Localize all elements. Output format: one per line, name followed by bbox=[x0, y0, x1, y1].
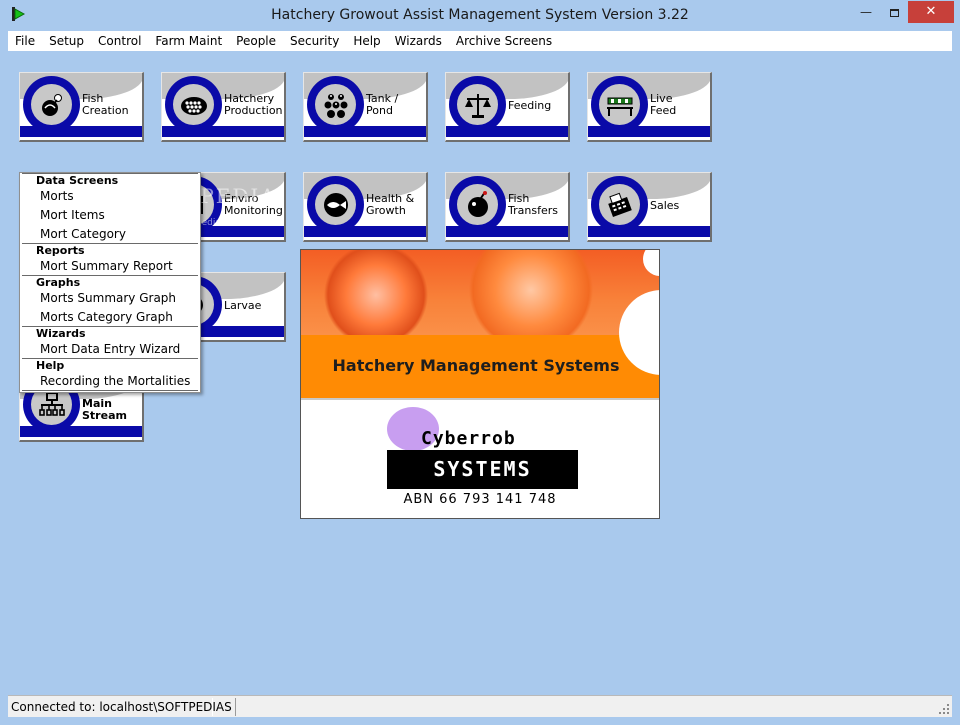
tile-hatchery-production[interactable]: Hatchery Production bbox=[161, 72, 286, 142]
splash-panel: Hatchery Management Systems Cyberrob SYS… bbox=[300, 249, 660, 519]
tile-label: Hatchery Production bbox=[224, 92, 283, 117]
menu-security[interactable]: Security bbox=[283, 31, 346, 51]
fish-creation-icon bbox=[31, 84, 72, 125]
menu-help[interactable]: Help bbox=[346, 31, 387, 51]
menu-file[interactable]: File bbox=[8, 31, 42, 51]
menu-separator bbox=[22, 390, 198, 391]
tile-label: Main Stream bbox=[82, 397, 127, 422]
menu-header-wizards: Wizards bbox=[36, 327, 86, 340]
tank-pond-icon bbox=[315, 84, 356, 125]
tile-icon-ring bbox=[23, 76, 80, 133]
tile-icon-ring bbox=[591, 176, 648, 233]
tile-icon-ring bbox=[165, 76, 222, 133]
tile-fish-transfers[interactable]: Fish Transfers bbox=[445, 172, 570, 242]
splash-bubbles-image bbox=[301, 250, 659, 335]
menu-item-mort-data-entry-wizard[interactable]: Mort Data Entry Wizard bbox=[40, 342, 180, 356]
tile-live-feed[interactable]: Live Feed bbox=[587, 72, 712, 142]
menu-bar: File Setup Control Farm Maint People Sec… bbox=[8, 31, 952, 51]
morts-dropdown-menu: Data Screens Morts Mort Items Mort Categ… bbox=[19, 172, 201, 393]
tile-label: Health & Growth bbox=[366, 192, 415, 217]
menu-item-mort-summary-report[interactable]: Mort Summary Report bbox=[40, 259, 173, 273]
menu-header-reports: Reports bbox=[36, 244, 85, 257]
menu-item-mort-category[interactable]: Mort Category bbox=[40, 227, 126, 241]
live-feed-icon bbox=[599, 84, 640, 125]
status-panel-empty bbox=[212, 698, 948, 716]
company-systems-box: SYSTEMS bbox=[387, 450, 578, 489]
tile-fish-creation[interactable]: Fish Creation bbox=[19, 72, 144, 142]
tile-health-growth[interactable]: Health & Growth bbox=[303, 172, 428, 242]
tile-feeding[interactable]: Feeding bbox=[445, 72, 570, 142]
scales-icon bbox=[457, 84, 498, 125]
close-button[interactable]: ✕ bbox=[908, 1, 954, 23]
menu-header-graphs: Graphs bbox=[36, 276, 81, 289]
tile-icon-ring bbox=[449, 176, 506, 233]
tile-sales[interactable]: Sales bbox=[587, 172, 712, 242]
menu-item-morts-summary-graph[interactable]: Morts Summary Graph bbox=[40, 291, 176, 305]
menu-item-morts[interactable]: Morts bbox=[40, 189, 74, 203]
title-bar: Hatchery Growout Assist Management Syste… bbox=[0, 0, 960, 31]
tile-label: Fish Transfers bbox=[508, 192, 558, 217]
maximize-icon bbox=[889, 8, 899, 17]
menu-item-mort-items[interactable]: Mort Items bbox=[40, 208, 105, 222]
minimize-icon: — bbox=[860, 5, 872, 19]
splash-title: Hatchery Management Systems bbox=[332, 356, 620, 375]
cash-register-icon bbox=[599, 184, 640, 225]
minimize-button[interactable]: — bbox=[852, 1, 880, 23]
hatchery-production-icon bbox=[173, 84, 214, 125]
window-title: Hatchery Growout Assist Management Syste… bbox=[271, 7, 689, 23]
tile-icon-ring bbox=[307, 176, 364, 233]
health-growth-icon bbox=[315, 184, 356, 225]
status-bar: Connected to: localhost\SOFTPEDIAS bbox=[8, 695, 952, 717]
tile-tank-pond[interactable]: Tank / Pond bbox=[303, 72, 428, 142]
tile-label: Tank / Pond bbox=[366, 92, 399, 117]
tile-icon-ring bbox=[591, 76, 648, 133]
menu-header-help: Help bbox=[36, 359, 65, 372]
company-abn: ABN 66 793 141 748 bbox=[403, 492, 557, 507]
menu-header-data-screens: Data Screens bbox=[36, 174, 119, 187]
menu-setup[interactable]: Setup bbox=[42, 31, 91, 51]
tile-icon-ring bbox=[307, 76, 364, 133]
tile-label: Feeding bbox=[508, 99, 552, 112]
tile-icon-ring bbox=[449, 76, 506, 133]
menu-archive-screens[interactable]: Archive Screens bbox=[449, 31, 559, 51]
tile-label: Live Feed bbox=[650, 92, 677, 117]
close-icon: ✕ bbox=[925, 4, 937, 19]
menu-farm-maint[interactable]: Farm Maint bbox=[148, 31, 229, 51]
fish-transfers-icon bbox=[457, 184, 498, 225]
tile-label: Fish Creation bbox=[82, 92, 129, 117]
menu-people[interactable]: People bbox=[229, 31, 283, 51]
menu-item-morts-category-graph[interactable]: Morts Category Graph bbox=[40, 310, 173, 324]
resize-grip-icon[interactable] bbox=[938, 703, 950, 715]
tile-label: Sales bbox=[650, 199, 680, 212]
menu-wizards[interactable]: Wizards bbox=[388, 31, 449, 51]
menu-control[interactable]: Control bbox=[91, 31, 148, 51]
tile-label: Larvae bbox=[224, 299, 262, 312]
menu-item-recording-the-mortalities[interactable]: Recording the Mortalities bbox=[40, 374, 190, 388]
maximize-button[interactable] bbox=[880, 1, 908, 23]
status-connection: Connected to: localhost\SOFTPEDIAS bbox=[8, 698, 236, 716]
company-name: Cyberrob bbox=[421, 428, 516, 449]
